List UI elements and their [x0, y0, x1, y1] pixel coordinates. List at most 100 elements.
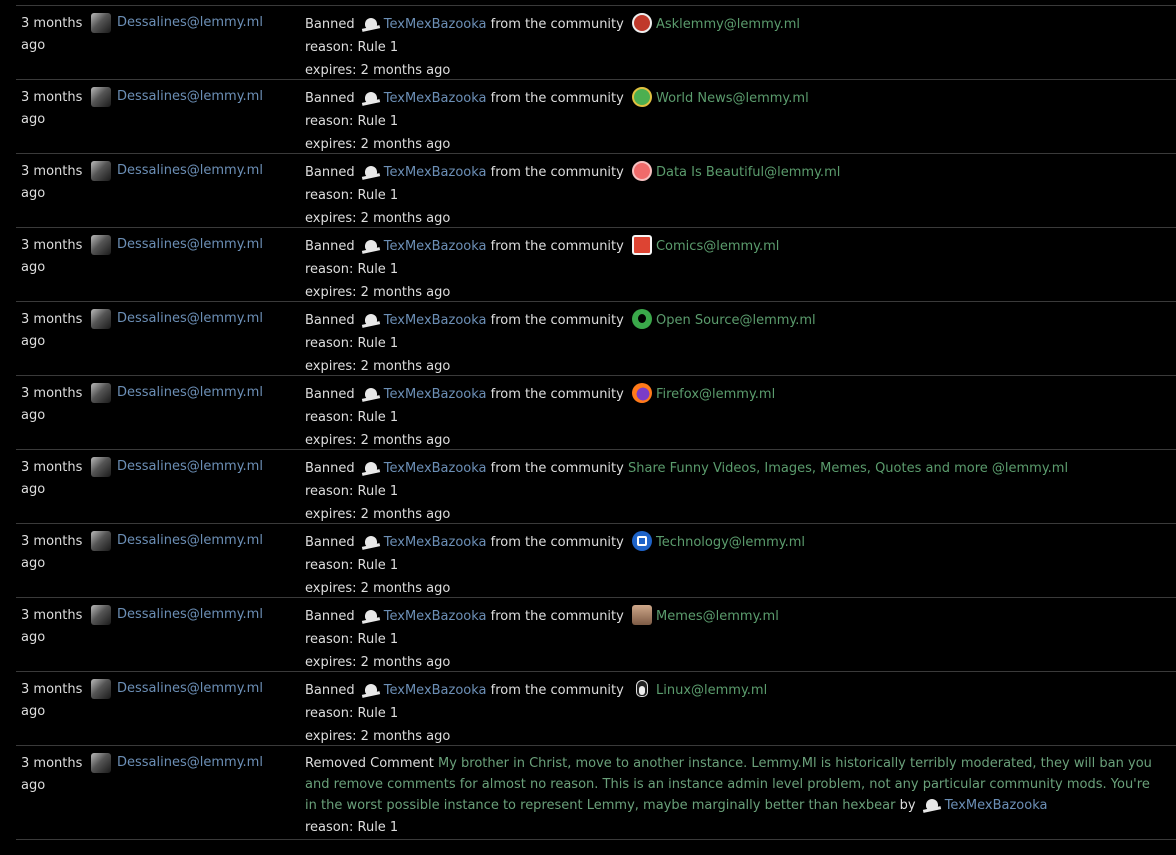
action-line: Banned TexMexBazooka from the community … [305, 383, 1176, 406]
banned-user-link[interactable]: TexMexBazooka [384, 313, 487, 328]
skull-avatar-icon [362, 165, 380, 179]
moderator-avatar [91, 87, 111, 107]
banned-user-link[interactable]: TexMexBazooka [384, 17, 487, 32]
timestamp-line-2: ago [21, 260, 46, 275]
community-link[interactable]: Asklemmy@lemmy.ml [656, 17, 800, 32]
community-link[interactable]: Technology@lemmy.ml [656, 535, 805, 550]
community-link[interactable]: Firefox@lemmy.ml [656, 387, 775, 402]
action-type: Banned [305, 239, 355, 254]
banned-user-link[interactable]: TexMexBazooka [384, 609, 487, 624]
moderator-link[interactable]: Dessalines@lemmy.ml [117, 235, 263, 255]
skull-avatar-icon [362, 387, 380, 401]
timestamp-line-1: 3 months [21, 534, 83, 549]
firefox-icon [631, 383, 652, 403]
timestamp: 3 months ago [16, 80, 91, 153]
action-line: Banned TexMexBazooka from the community … [305, 161, 1176, 184]
modlog-row: 3 months ago Dessalines@lemmy.ml Banned … [16, 79, 1176, 153]
action-type: Banned [305, 683, 355, 698]
skull-avatar-icon [362, 609, 380, 623]
modlog-list: 3 months ago Dessalines@lemmy.ml Banned … [16, 5, 1176, 840]
modlog-row: 3 months ago Dessalines@lemmy.ml Banned … [16, 5, 1176, 79]
ban-reason: reason: Rule 1 [305, 188, 399, 203]
banned-user-link[interactable]: TexMexBazooka [384, 165, 487, 180]
timestamp-line-2: ago [21, 630, 46, 645]
modlog-row: 3 months ago Dessalines@lemmy.ml Banned … [16, 523, 1176, 597]
ban-reason: reason: Rule 1 [305, 40, 399, 55]
timestamp: 3 months ago [16, 672, 91, 745]
timestamp-line-1: 3 months [21, 90, 83, 105]
modlog-row: 3 months ago Dessalines@lemmy.ml Banned … [16, 449, 1176, 523]
timestamp-line-1: 3 months [21, 238, 83, 253]
from-community-text: from the community [490, 535, 624, 550]
moderator: Dessalines@lemmy.ml [91, 228, 305, 301]
moderator-link[interactable]: Dessalines@lemmy.ml [117, 531, 263, 551]
ban-expires: expires: 2 months ago [305, 729, 451, 744]
banned-user-link[interactable]: TexMexBazooka [384, 683, 487, 698]
action-details: Banned TexMexBazooka from the community … [305, 450, 1176, 523]
community-link[interactable]: Open Source@lemmy.ml [656, 313, 816, 328]
timestamp-line-2: ago [21, 38, 46, 53]
banned-user-link[interactable]: TexMexBazooka [384, 387, 487, 402]
modlog-row: 3 months ago Dessalines@lemmy.ml Banned … [16, 597, 1176, 671]
moderator-avatar [91, 753, 111, 773]
timestamp-line-2: ago [21, 778, 46, 793]
moderator-link[interactable]: Dessalines@lemmy.ml [117, 87, 263, 107]
modlog-row: 3 months ago Dessalines@lemmy.ml Banned … [16, 153, 1176, 227]
community-link[interactable]: Data Is Beautiful@lemmy.ml [656, 165, 840, 180]
action-line: Banned TexMexBazooka from the community … [305, 87, 1176, 110]
community-link[interactable]: Comics@lemmy.ml [656, 239, 779, 254]
worldnews-icon [631, 87, 652, 107]
timestamp-line-2: ago [21, 704, 46, 719]
timestamp: 3 months ago [16, 598, 91, 671]
action-type: Banned [305, 609, 355, 624]
action-type: Banned [305, 387, 355, 402]
comment-author-link[interactable]: TexMexBazooka [945, 798, 1048, 813]
timestamp-line-2: ago [21, 482, 46, 497]
ban-expires: expires: 2 months ago [305, 285, 451, 300]
ban-reason: reason: Rule 1 [305, 410, 399, 425]
skull-avatar-icon [362, 17, 380, 31]
ban-reason: reason: Rule 1 [305, 262, 399, 277]
timestamp-line-1: 3 months [21, 682, 83, 697]
banned-user-link[interactable]: TexMexBazooka [384, 91, 487, 106]
action-type: Removed Comment [305, 756, 434, 771]
action-line: Banned TexMexBazooka from the community … [305, 457, 1176, 480]
moderator-link[interactable]: Dessalines@lemmy.ml [117, 605, 263, 625]
technology-icon [631, 531, 652, 551]
ban-expires: expires: 2 months ago [305, 507, 451, 522]
banned-user-link[interactable]: TexMexBazooka [384, 239, 487, 254]
from-community-text: from the community [490, 239, 624, 254]
dataisbeautiful-icon [631, 161, 652, 181]
moderator-avatar [91, 383, 111, 403]
ban-reason: reason: Rule 1 [305, 484, 399, 499]
moderator-link[interactable]: Dessalines@lemmy.ml [117, 13, 263, 33]
moderator-avatar [91, 605, 111, 625]
moderator-avatar [91, 13, 111, 33]
community-link[interactable]: Share Funny Videos, Images, Memes, Quote… [628, 461, 1068, 476]
from-community-text: from the community [490, 91, 624, 106]
community-link[interactable]: World News@lemmy.ml [656, 91, 809, 106]
comics-icon [631, 235, 652, 255]
moderator-link[interactable]: Dessalines@lemmy.ml [117, 383, 263, 403]
modlog-row: 3 months ago Dessalines@lemmy.ml Banned … [16, 375, 1176, 449]
from-community-text: from the community [490, 387, 624, 402]
timestamp: 3 months ago [16, 6, 91, 79]
timestamp: 3 months ago [16, 154, 91, 227]
timestamp-line-2: ago [21, 408, 46, 423]
moderator-link[interactable]: Dessalines@lemmy.ml [117, 309, 263, 329]
moderator-link[interactable]: Dessalines@lemmy.ml [117, 753, 263, 773]
community-link[interactable]: Linux@lemmy.ml [656, 683, 767, 698]
moderator-link[interactable]: Dessalines@lemmy.ml [117, 457, 263, 477]
moderator-avatar [91, 457, 111, 477]
community-link[interactable]: Memes@lemmy.ml [656, 609, 779, 624]
action-type: Banned [305, 535, 355, 550]
timestamp-line-2: ago [21, 186, 46, 201]
moderator-link[interactable]: Dessalines@lemmy.ml [117, 161, 263, 181]
skull-avatar-icon [362, 461, 380, 475]
moderator-link[interactable]: Dessalines@lemmy.ml [117, 679, 263, 699]
moderator: Dessalines@lemmy.ml [91, 376, 305, 449]
banned-user-link[interactable]: TexMexBazooka [384, 461, 487, 476]
ban-reason: reason: Rule 1 [305, 632, 399, 647]
banned-user-link[interactable]: TexMexBazooka [384, 535, 487, 550]
moderator-avatar [91, 309, 111, 329]
